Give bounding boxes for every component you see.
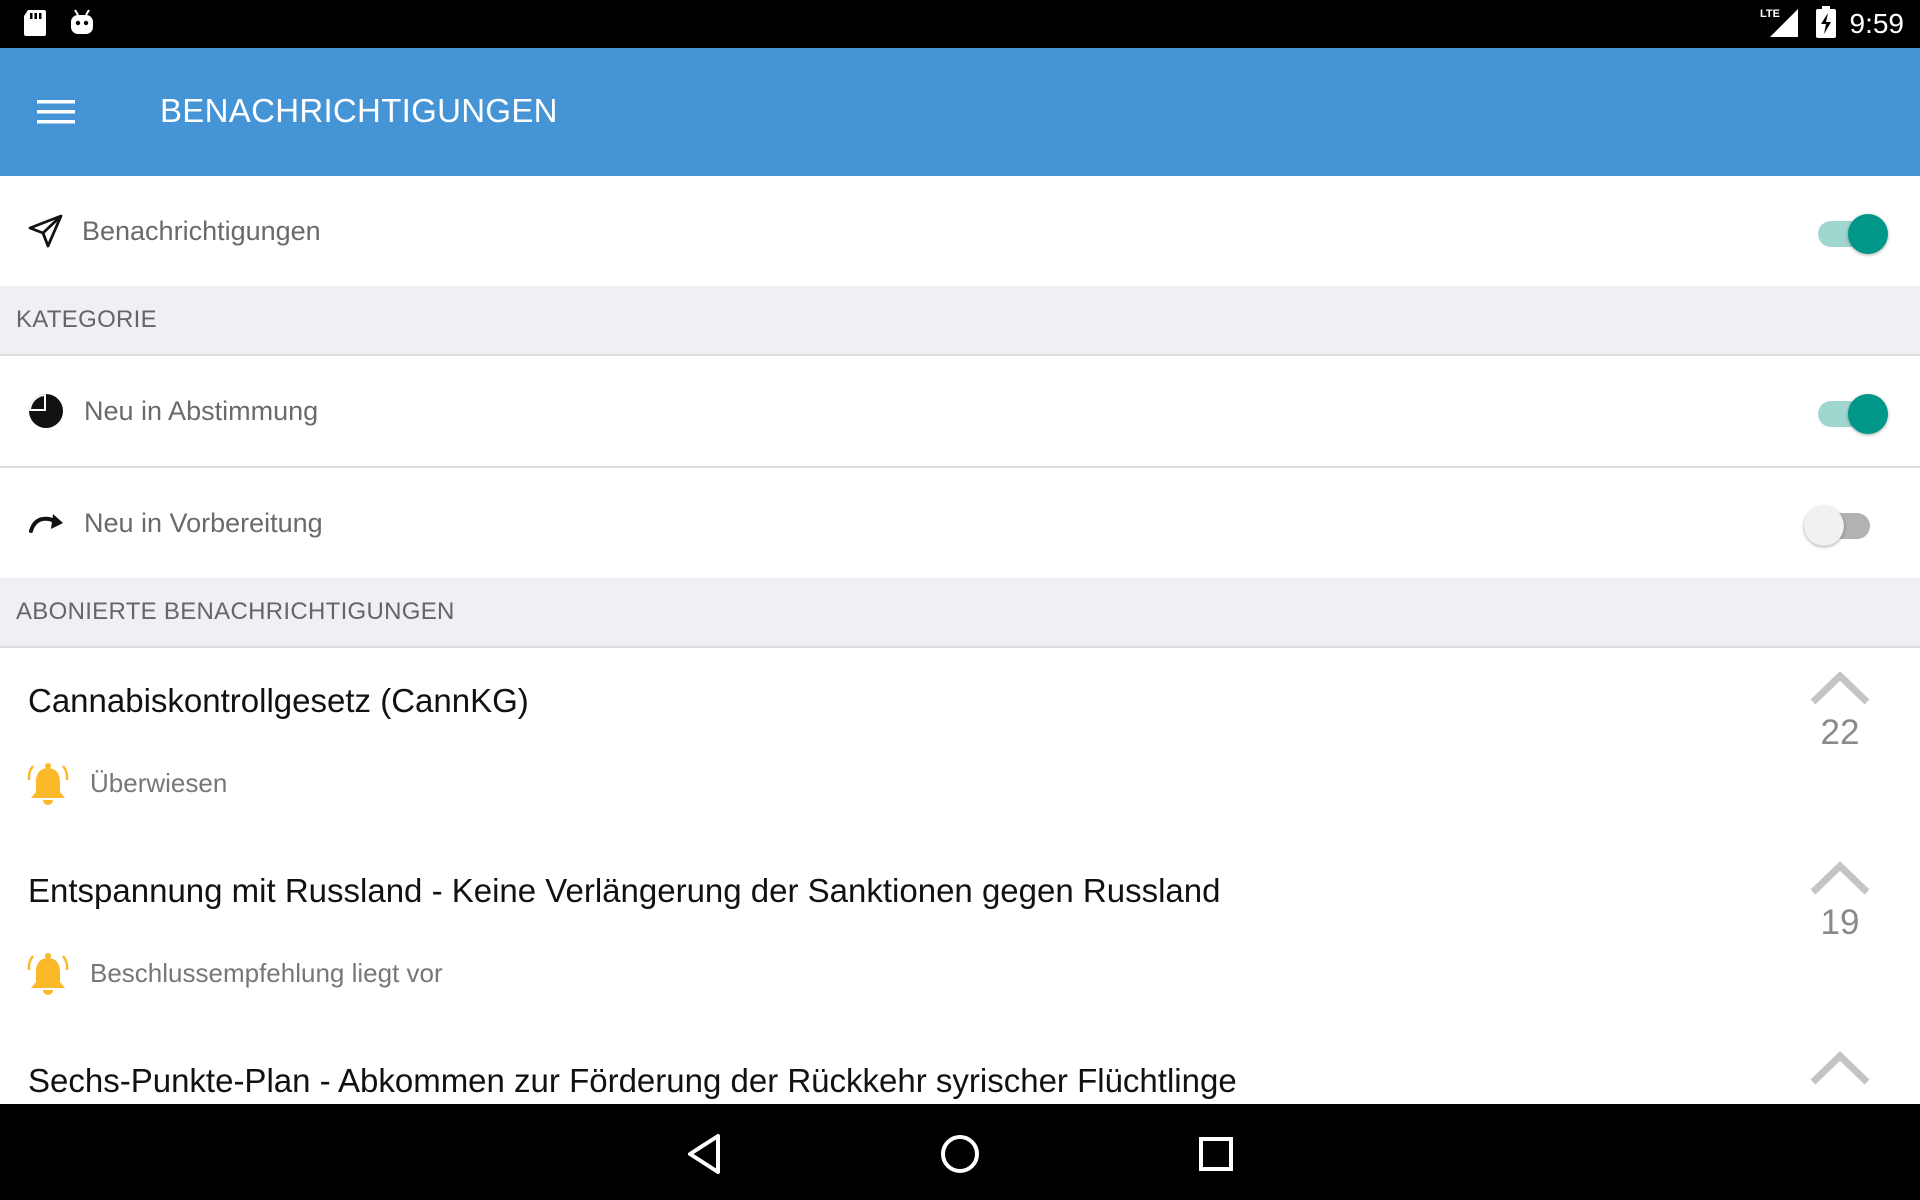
lte-signal-icon: LTE [1760, 5, 1802, 44]
section-abonniert: ABONIERTE BENACHRICHTIGUNGEN [0, 578, 1920, 648]
app-bar: BENACHRICHTIGUNGEN [0, 48, 1920, 176]
navigation-bar [0, 1104, 1920, 1200]
vote-count: 19 [1820, 903, 1860, 942]
vote-widget[interactable]: 22 [1800, 670, 1880, 753]
settings-list: Benachrichtigungen KATEGORIE Neu in Abst… [0, 176, 1920, 1104]
bell-ringing-icon [26, 762, 70, 810]
pie-chart-icon [26, 391, 66, 431]
upvote-chevron-icon[interactable] [1809, 1051, 1871, 1090]
category-label-vorbereitung: Neu in Vorbereitung [84, 508, 323, 538]
status-bar: LTE 9:59 [0, 0, 1920, 48]
subscription-title: Cannabiskontrollgesetz (CannKG) [28, 682, 529, 719]
category-toggle-abstimmung[interactable] [1818, 387, 1888, 435]
svg-text:LTE: LTE [1760, 8, 1780, 20]
section-kategorie: KATEGORIE [0, 286, 1920, 356]
vote-widget[interactable]: 19 [1800, 860, 1880, 943]
page-title: BENACHRICHTIGUNGEN [160, 92, 558, 129]
subscription-item[interactable]: Sechs-Punkte-Plan - Abkommen zur Förderu… [0, 1028, 1920, 1104]
vote-widget[interactable] [1800, 1050, 1880, 1091]
category-row-abstimmung[interactable]: Neu in Abstimmung [0, 356, 1920, 468]
battery-charging-icon [1815, 5, 1836, 43]
sd-card-icon [22, 8, 48, 43]
vote-count: 22 [1820, 713, 1860, 752]
redo-arrow-icon [26, 503, 66, 543]
home-icon[interactable] [934, 1128, 986, 1180]
category-toggle-vorbereitung[interactable] [1804, 499, 1870, 547]
status-time: 9:59 [1849, 8, 1905, 39]
subscription-status: Beschlussempfehlung liegt vor [90, 958, 443, 988]
category-label-abstimmung: Neu in Abstimmung [84, 396, 319, 426]
recents-icon[interactable] [1190, 1128, 1242, 1180]
notifications-toggle[interactable] [1818, 207, 1888, 255]
section-abonniert-label: ABONIERTE BENACHRICHTIGUNGEN [16, 598, 455, 625]
paper-plane-icon [26, 211, 66, 251]
upvote-chevron-icon[interactable] [1809, 671, 1871, 710]
subscription-title: Sechs-Punkte-Plan - Abkommen zur Förderu… [28, 1062, 1237, 1099]
subscription-item[interactable]: Cannabiskontrollgesetz (CannKG) Überwies… [0, 648, 1920, 840]
subscription-item[interactable]: Entspannung mit Russland - Keine Verläng… [0, 838, 1920, 1030]
subscription-status: Überwiesen [90, 768, 228, 798]
back-icon[interactable] [678, 1128, 730, 1180]
android-icon [68, 8, 96, 43]
notifications-row[interactable]: Benachrichtigungen [0, 176, 1920, 288]
bell-ringing-icon [26, 952, 70, 1000]
hamburger-menu-icon[interactable] [28, 88, 84, 136]
category-row-vorbereitung[interactable]: Neu in Vorbereitung [0, 468, 1920, 580]
notifications-label: Benachrichtigungen [82, 216, 321, 246]
upvote-chevron-icon[interactable] [1809, 861, 1871, 900]
subscription-title: Entspannung mit Russland - Keine Verläng… [28, 872, 1221, 909]
section-kategorie-label: KATEGORIE [16, 306, 157, 333]
